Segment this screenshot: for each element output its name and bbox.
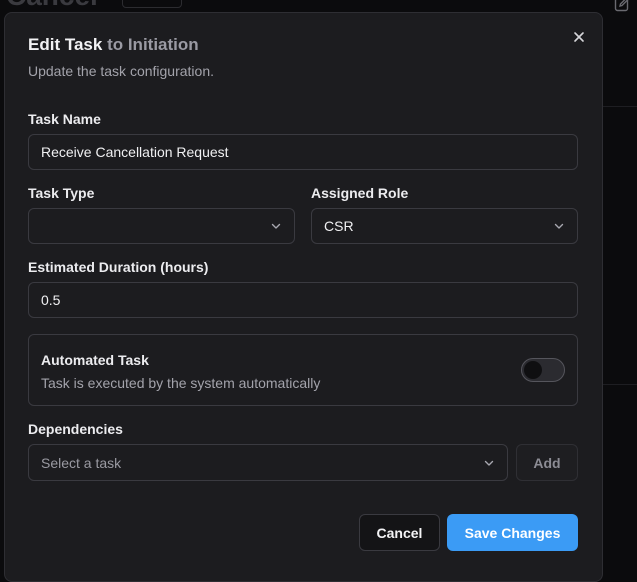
assigned-role-value: CSR bbox=[324, 218, 354, 234]
task-name-value: Receive Cancellation Request bbox=[41, 144, 229, 160]
toggle-knob bbox=[524, 361, 542, 379]
add-dependency-button[interactable]: Add bbox=[516, 444, 578, 481]
dialog-title-main: Edit Task bbox=[28, 35, 102, 54]
dependencies-select[interactable]: Select a task bbox=[28, 444, 508, 481]
cancel-button[interactable]: Cancel bbox=[359, 514, 440, 551]
close-icon bbox=[573, 31, 585, 43]
dialog-subtitle: Update the task configuration. bbox=[28, 63, 214, 79]
task-type-select[interactable] bbox=[28, 208, 295, 244]
assigned-role-select[interactable]: CSR bbox=[311, 208, 578, 244]
task-name-input[interactable]: Receive Cancellation Request bbox=[28, 134, 578, 170]
close-button[interactable] bbox=[570, 28, 588, 46]
background-divider bbox=[603, 106, 637, 107]
automated-task-toggle[interactable] bbox=[521, 358, 565, 382]
automated-task-panel: Automated Task Task is executed by the s… bbox=[28, 334, 578, 406]
dependencies-placeholder: Select a task bbox=[41, 455, 121, 471]
estimated-duration-value: 0.5 bbox=[41, 292, 60, 308]
background-divider bbox=[603, 384, 637, 385]
background-page-title: Cancel bbox=[6, 0, 98, 12]
save-changes-button[interactable]: Save Changes bbox=[447, 514, 578, 551]
assigned-role-label: Assigned Role bbox=[311, 185, 408, 201]
chevron-down-icon bbox=[483, 457, 495, 469]
edit-icon bbox=[614, 0, 630, 12]
edit-task-dialog: Edit Task to Initiation Update the task … bbox=[4, 12, 603, 582]
estimated-duration-input[interactable]: 0.5 bbox=[28, 282, 578, 318]
task-name-label: Task Name bbox=[28, 111, 101, 127]
chevron-down-icon bbox=[270, 220, 282, 232]
automated-task-title: Automated Task bbox=[41, 352, 149, 368]
task-type-label: Task Type bbox=[28, 185, 94, 201]
dialog-title-suffix: to Initiation bbox=[107, 35, 199, 54]
automated-task-description: Task is executed by the system automatic… bbox=[41, 375, 320, 391]
estimated-duration-label: Estimated Duration (hours) bbox=[28, 259, 208, 275]
chevron-down-icon bbox=[553, 220, 565, 232]
background-chip bbox=[122, 0, 182, 8]
dependencies-label: Dependencies bbox=[28, 421, 123, 437]
dialog-title: Edit Task to Initiation bbox=[28, 35, 199, 55]
